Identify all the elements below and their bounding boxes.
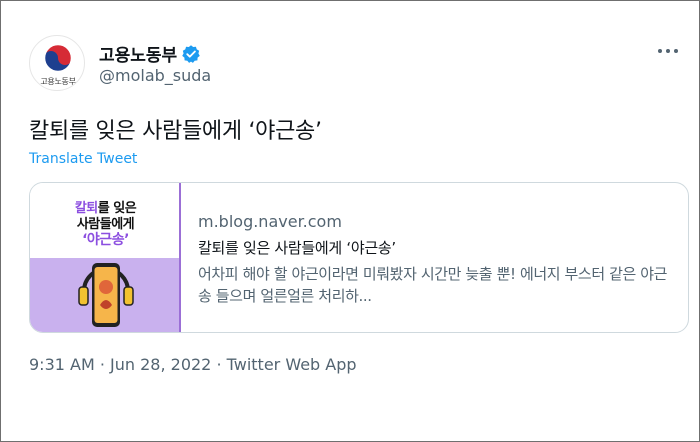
thumbnail-headline-line3: ‘야근송’ (82, 232, 129, 248)
link-preview-card[interactable]: 칼퇴를 잊은 사람들에게 ‘야근송’ m.blog.naver.com 칼퇴를 … (29, 182, 689, 333)
more-options-icon[interactable] (657, 45, 679, 57)
verified-badge-icon (182, 44, 200, 63)
phone-headphones-icon (78, 263, 134, 327)
tweet-frame: 고용노동부 고용노동부 @molab_suda 칼퇴를 잊은 사람들에게 ‘야근… (0, 0, 700, 442)
card-description: 어차피 해야 할 야근이라면 미뤄봤자 시간만 늦출 뿐! 에너지 부스터 같은… (198, 265, 668, 305)
display-name[interactable]: 고용노동부 (99, 41, 177, 66)
tweet-header: 고용노동부 고용노동부 @molab_suda (29, 35, 679, 95)
tweet-timestamp[interactable]: 9:31 AM · Jun 28, 2022 · Twitter Web App (29, 355, 357, 374)
avatar-caption: 고용노동부 (40, 77, 76, 86)
account-handle[interactable]: @molab_suda (99, 66, 211, 85)
name-row: 고용노동부 (99, 41, 201, 66)
korea-taegeuk-logo-icon (42, 42, 74, 74)
card-title: 칼퇴를 잊은 사람들에게 ‘야근송’ (198, 239, 396, 257)
card-thumbnail: 칼퇴를 잊은 사람들에게 ‘야근송’ (30, 183, 181, 332)
card-domain: m.blog.naver.com (198, 212, 342, 231)
tweet-text: 칼퇴를 잊은 사람들에게 ‘야근송’ (29, 119, 322, 144)
avatar[interactable]: 고용노동부 (29, 35, 85, 91)
translate-tweet-link[interactable]: Translate Tweet (29, 151, 137, 167)
